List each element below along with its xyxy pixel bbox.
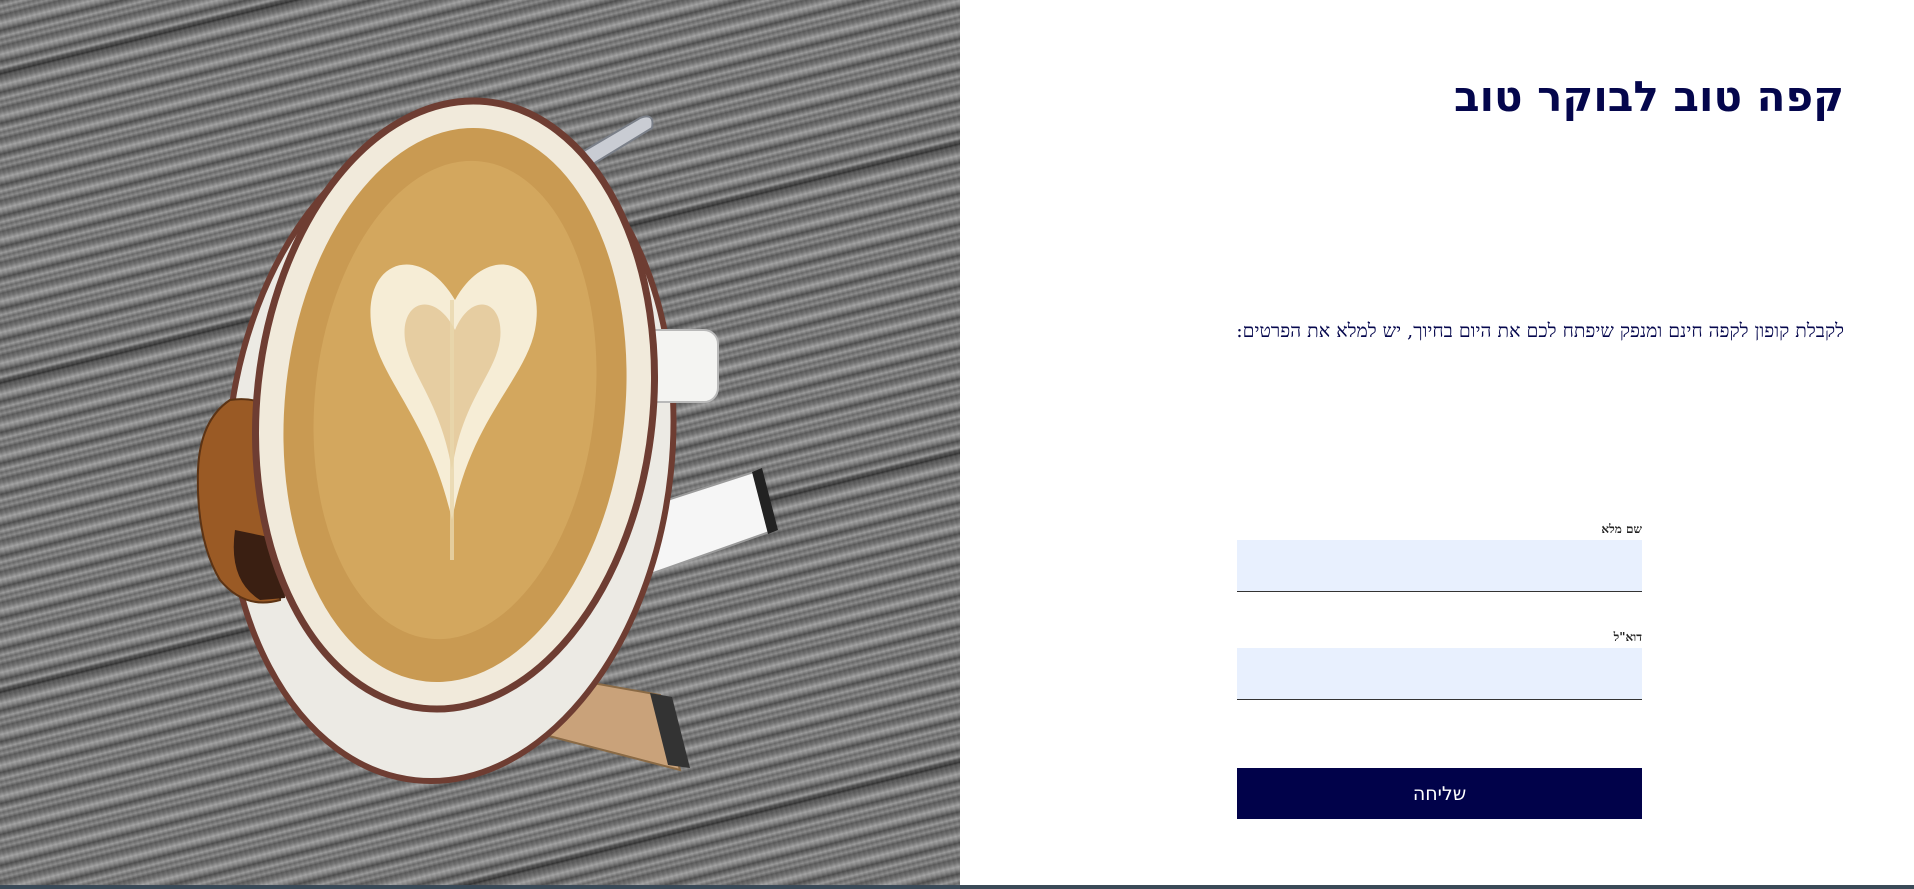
coffee-cup-illustration (196, 97, 778, 784)
coupon-form: שם מלא דוא"ל שליחה (1237, 518, 1642, 819)
email-input[interactable] (1237, 648, 1642, 700)
email-label: דוא"ל (1613, 630, 1642, 644)
submit-button[interactable]: שליחה (1237, 768, 1642, 819)
full-name-label: שם מלא (1601, 522, 1642, 536)
signup-panel: קפה טוב לבוקר טוב לקבלת קופון לקפה חינם … (960, 0, 1914, 889)
page-title: קפה טוב לבוקר טוב (1453, 72, 1844, 121)
bottom-edge-bar (0, 885, 1914, 889)
full-name-input[interactable] (1237, 540, 1642, 592)
intro-text: לקבלת קופון לקפה חינם ומנפק שיפתח לכם את… (1236, 320, 1844, 342)
coffee-hero-image (0, 0, 960, 889)
